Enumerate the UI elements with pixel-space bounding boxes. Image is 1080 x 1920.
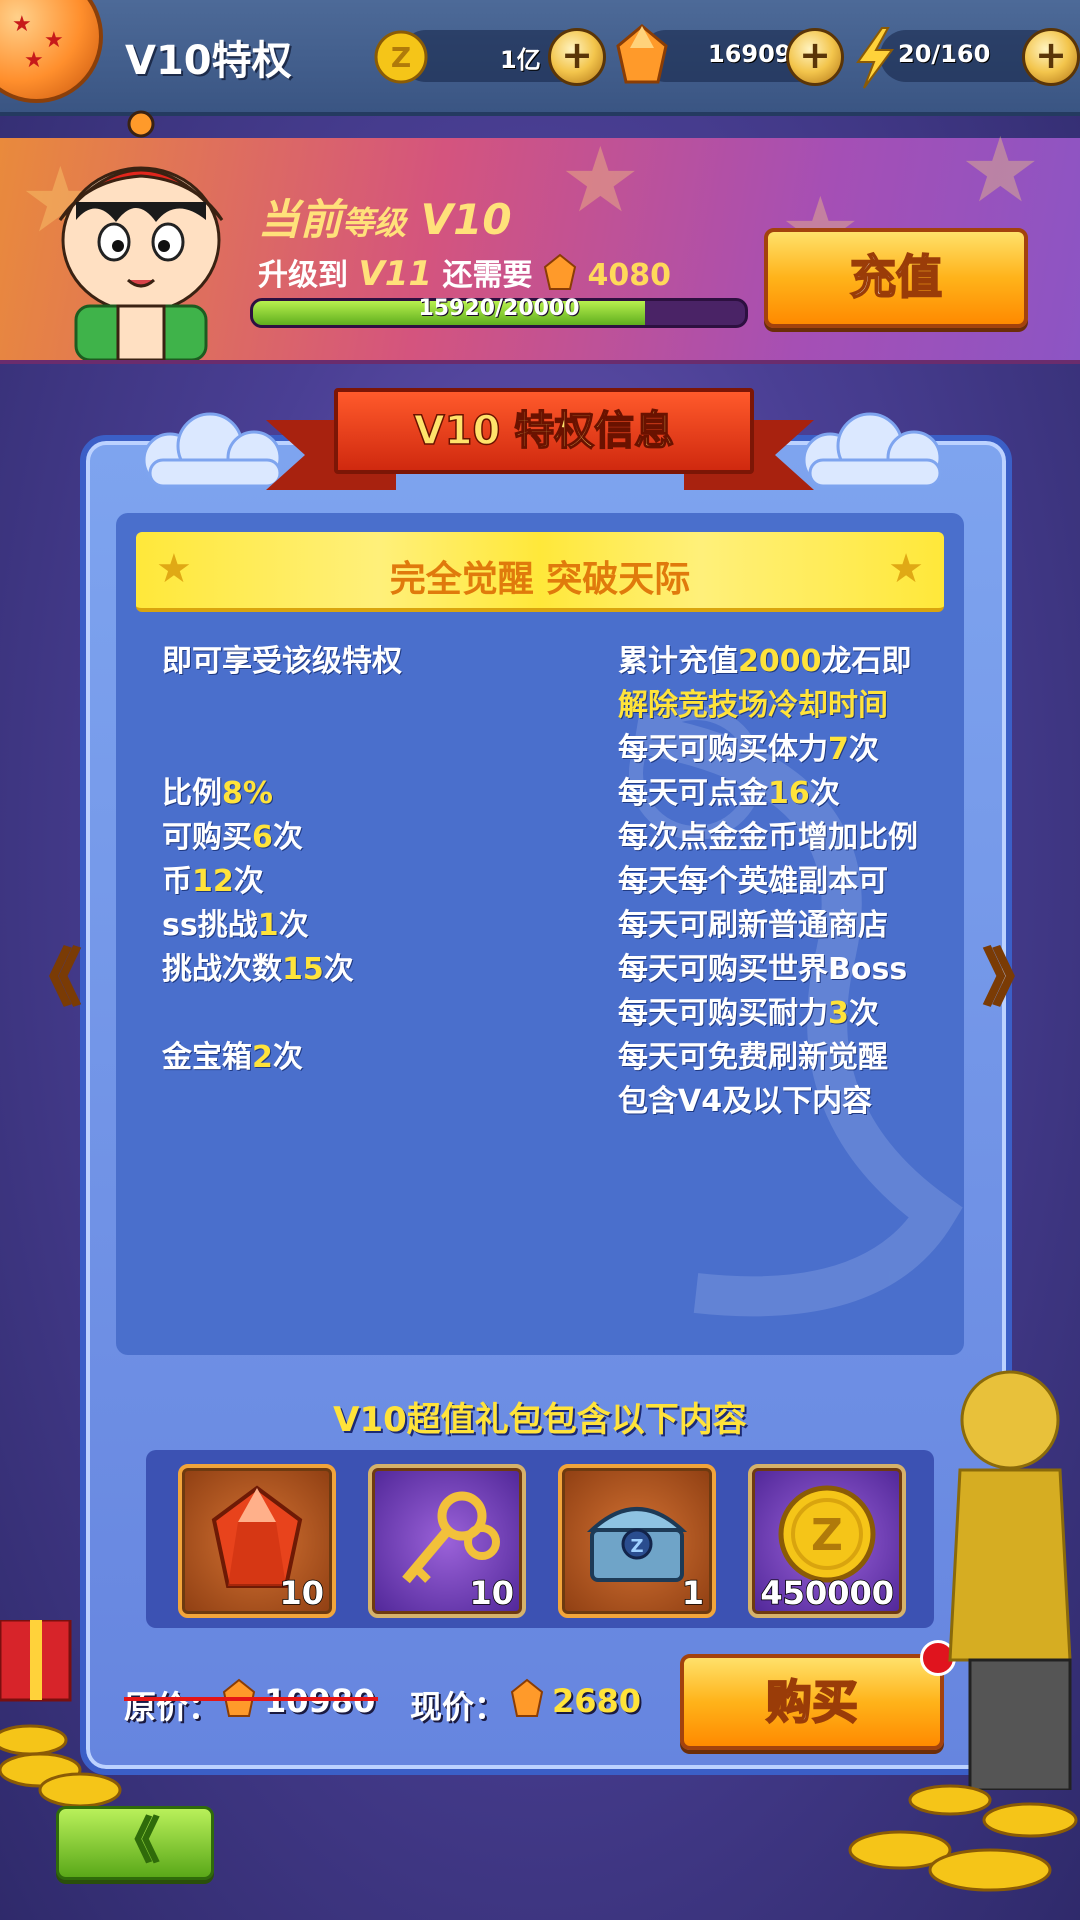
gift-item-gold[interactable]: Z 450000 [748, 1464, 906, 1618]
page-title: V10特权 [125, 38, 292, 84]
buy-button[interactable]: 购买 [680, 1654, 944, 1750]
dragon-ball-icon: ★ ★ ★ [0, 0, 103, 103]
upgrade-requirement: 升级到 V11 还需要 4080 [258, 250, 671, 294]
privilege-line-right: 每天可购买耐力3次 [618, 996, 879, 1031]
current-level-line: 当前等级 V10 [258, 186, 512, 247]
lightning-icon [852, 26, 898, 90]
gem-icon [614, 24, 670, 86]
current-price-label: 现价： [410, 1688, 507, 1726]
gift-item-keys[interactable]: 10 [368, 1464, 526, 1618]
add-gold-button[interactable]: + [548, 28, 606, 86]
vip-progress-text: 15920/20000 [418, 296, 580, 321]
privilege-line-right: 解除竞技场冷却时间 [618, 688, 888, 723]
gift-pack-title: V10超值礼包包含以下内容 [333, 1400, 747, 1440]
privilege-line-left: 金宝箱2次 [162, 1040, 303, 1075]
add-gems-button[interactable]: + [786, 28, 844, 86]
needed-amount: 4080 [587, 258, 671, 293]
stamina-value: 20/160 [898, 40, 991, 68]
treasure-chest-icon: Z [586, 1507, 688, 1582]
gift-item-gems[interactable]: 10 [178, 1464, 336, 1618]
back-button[interactable]: 《 [56, 1806, 214, 1880]
golden-statue-decoration [948, 1370, 1072, 1790]
add-stamina-button[interactable]: + [1022, 28, 1080, 86]
privilege-line-right: 每天可免费刷新觉醒 [618, 1040, 888, 1075]
gift-qty: 450000 [760, 1573, 895, 1613]
gold-coins-left-decoration [0, 1620, 122, 1808]
recharge-button[interactable]: 充值 [764, 228, 1028, 328]
tier-banner-text: 完全觉醒 突破天际 [389, 559, 691, 600]
gold-coin-icon: Z [374, 30, 428, 84]
privilege-line-right: 包含V4及以下内容 [618, 1084, 873, 1119]
next-tier-arrow[interactable]: 》 [983, 930, 1046, 1017]
current-level: V10 [420, 195, 512, 244]
privilege-line-right: 每天可购买体力7次 [618, 732, 879, 767]
privilege-line-right: 每天可点金16次 [618, 776, 840, 811]
gold-coins-right-decoration [848, 1784, 1078, 1892]
next-level: V11 [358, 254, 433, 294]
cloud-right-decoration [802, 412, 942, 488]
level-label: 等级 [342, 204, 407, 242]
strikethrough-line [124, 1697, 378, 1701]
privilege-line-left: 即可享受该级特权 [162, 644, 402, 679]
privilege-line-left: 比例8% [162, 776, 273, 811]
top-bar: ★ ★ ★ V10特权 Z 1亿 + 16909 + 20/160 + [0, 0, 1080, 116]
panel-title: V10 特权信息 [334, 388, 754, 474]
prev-tier-arrow[interactable]: 《 [19, 930, 82, 1017]
privilege-line-left: ss挑战1次 [162, 908, 309, 943]
upgrade-suffix: 还需要 [442, 258, 533, 293]
gift-item-chest[interactable]: Z 1 [558, 1464, 716, 1618]
svg-text:Z: Z [811, 1510, 843, 1561]
gem-icon [510, 1678, 544, 1717]
gift-qty: 10 [469, 1573, 515, 1613]
privilege-line-left: 币12次 [162, 864, 264, 899]
current-label: 当前 [258, 195, 343, 244]
privilege-line-right: 每天每个英雄副本可 [618, 864, 888, 899]
upgrade-prefix: 升级到 [258, 258, 348, 293]
gohan-avatar [58, 110, 224, 360]
privilege-line-right: 每次点金金币增加比例 [618, 820, 918, 855]
privilege-line-right: 每天可购买世界Boss [618, 952, 908, 987]
privilege-line-left: 挑战次数15次 [162, 952, 354, 987]
privilege-line-right: 累计充值2000龙石即 [618, 644, 912, 679]
svg-text:Z: Z [630, 1536, 643, 1557]
current-price: 2680 [552, 1682, 642, 1720]
gift-qty: 10 [279, 1573, 325, 1613]
gold-value: 1亿 [500, 46, 541, 74]
svg-text:Z: Z [391, 41, 411, 74]
privilege-line-left: 可购买6次 [162, 820, 303, 855]
privilege-line-right: 每天可刷新普通商店 [618, 908, 888, 943]
gift-qty: 1 [681, 1573, 705, 1613]
gem-value: 16909 [708, 40, 792, 68]
original-price: 10980 [264, 1682, 376, 1720]
gem-icon [543, 253, 577, 290]
original-price-label: 原价： [124, 1688, 221, 1726]
